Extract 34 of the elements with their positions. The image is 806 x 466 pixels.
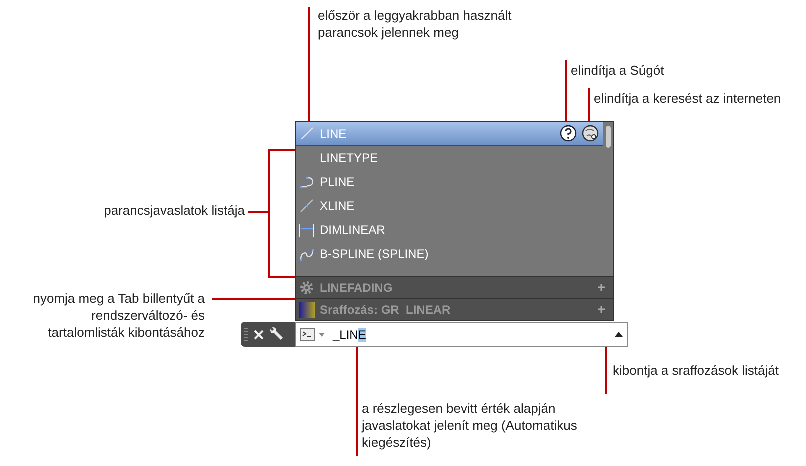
history-caret-icon[interactable] — [615, 332, 623, 337]
web-search-icon[interactable] — [582, 125, 599, 142]
suggestion-item[interactable]: LINETYPE — [296, 146, 603, 170]
annotation-text: parancsjavaslatok listája — [103, 202, 245, 219]
category-row[interactable]: Sraffozás: GR_LINEAR — [296, 298, 613, 320]
linear-dimension-icon — [299, 222, 315, 238]
annotation-text: kibontja a sraffozások listáját — [613, 362, 780, 379]
polyline-tool-icon — [299, 174, 315, 190]
annotation-text: a részlegesen bevitt érték alapján javaslatokat jelenít meg (Automatikus kiegészítés) — [362, 400, 578, 451]
suggestion-item[interactable]: LINE — [296, 122, 603, 146]
construction-line-icon — [299, 198, 315, 214]
suggestion-item[interactable]: XLINE — [296, 194, 603, 218]
annotation-text: nyomja meg a Tab billentyűt a rendszerváltozó- és tartalomlisták kibontásához — [32, 290, 205, 341]
plus-icon[interactable] — [598, 306, 605, 314]
command-text: _LINE — [333, 326, 366, 344]
suggestion-item[interactable]: B-SPLINE (SPLINE) — [296, 242, 603, 266]
category-row[interactable]: LINEFADING — [296, 276, 613, 298]
annotation-text: először a leggyakrabban használt parancsok jelennek meg — [318, 7, 513, 41]
suggestion-item[interactable]: DIMLINEAR — [296, 218, 603, 242]
close-icon[interactable] — [254, 330, 264, 340]
plus-icon[interactable] — [598, 284, 605, 292]
suggestion-item[interactable]: PLINE — [296, 170, 603, 194]
gear-icon — [299, 280, 315, 296]
spline-tool-icon — [299, 246, 315, 262]
annotation-text: elindítja a Súgót — [571, 62, 666, 79]
command-prompt-icon[interactable] — [300, 328, 315, 341]
help-icon[interactable] — [560, 125, 577, 142]
gradient-swatch-icon — [299, 302, 315, 318]
grip-icon[interactable] — [244, 326, 248, 342]
annotation-text: elindítja a keresést az interneten — [594, 90, 782, 107]
wrench-icon[interactable] — [270, 327, 285, 342]
line-tool-icon — [299, 126, 315, 142]
command-input-field[interactable]: _LINE — [295, 322, 628, 347]
dropdown-caret-icon[interactable] — [319, 332, 325, 336]
